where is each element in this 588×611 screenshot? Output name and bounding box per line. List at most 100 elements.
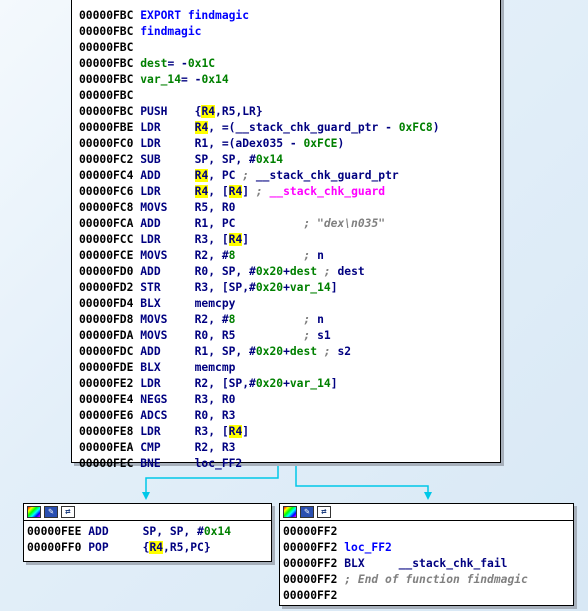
number: 0x20 [255,345,284,358]
instruction-text [235,249,303,262]
symbol[interactable]: __stack_chk_guard [269,185,385,198]
asm-line[interactable]: 00000FBC var_14= -0x14 [79,72,500,88]
number: 0x20 [255,281,284,294]
asm-line[interactable]: 00000FC8 MOVS R5, R0 [79,200,500,216]
label-text[interactable]: findmagic [140,25,201,38]
asm-line[interactable]: 00000FDC ADD R1, SP, #0x20+dest ; s2 [79,344,500,360]
asm-line[interactable]: 00000FD2 STR R3, [SP,#0x20+var_14] [79,280,500,296]
asm-line[interactable]: 00000FC6 LDR R4, [R4] ; __stack_chk_guar… [79,184,500,200]
asm-line[interactable]: 00000FE2 LDR R2, [SP,#0x20+var_14] [79,376,500,392]
instruction-text: PUSH { [140,105,202,118]
asm-line[interactable]: 00000FDE BLX memcmp [79,360,500,376]
comment: ; [303,329,318,342]
instruction-text: LDR [140,185,195,198]
instruction-text: LDR R3, [ [140,425,229,438]
instruction-text: MOVS R2, # [140,313,229,326]
asm-line[interactable]: 00000FEE ADD SP, SP, #0x14 [27,524,271,540]
instruction-text: ADD SP, SP, # [88,525,204,538]
address: 00000FBE [79,121,141,134]
number: 0x1C [187,57,216,70]
instruction-text: = - [181,73,202,86]
number: 0xFC8 [398,121,433,134]
address: 00000FC0 [79,137,141,150]
instruction-text: + [283,377,290,390]
graph-icon[interactable]: ⇄ [317,506,331,518]
edit-icon[interactable]: ✎ [44,506,58,518]
address: 00000FBC [79,73,141,86]
asm-line[interactable]: 00000FC0 LDR R1, =(aDex035 - 0xFCE) [79,136,500,152]
asm-line[interactable]: 00000FEA CMP R2, R3 [79,440,500,456]
comment: ; [303,249,318,262]
asm-line[interactable]: 00000FD0 ADD R0, SP, #0x20+dest ; dest [79,264,500,280]
graph-node-loc-ff2[interactable]: ✎ ⇄ 00000FF2 00000FF2 loc_FF2 00000FF2 BLX… [279,503,574,606]
asm-line[interactable]: 00000FE4 NEGS R3, R0 [79,392,500,408]
asm-line[interactable]: 00000FBE LDR R4, =(__stack_chk_guard_ptr… [79,120,500,136]
number: 0x20 [255,377,284,390]
variable: var_14 [140,73,182,86]
asm-line[interactable]: 00000FC4 ADD R4, PC ; __stack_chk_guard_… [79,168,500,184]
asm-line[interactable]: 00000FD8 MOVS R2, #8 ; n [79,312,500,328]
node-toolbar: ✎ ⇄ [24,504,271,521]
register-highlight: R4 [149,541,164,554]
address: 00000FBC [79,41,134,54]
asm-line[interactable]: 00000FF2 [283,588,573,604]
instruction-text: BLX memcmp [140,361,236,374]
asm-line[interactable]: 00000FCC LDR R3, [R4] [79,232,500,248]
label-text[interactable]: loc_FF2 [344,541,392,554]
address: 00000FD8 [79,313,141,326]
instruction-text: ADD R0, SP, # [140,265,256,278]
label-text[interactable]: EXPORT findmagic [140,9,249,22]
edit-icon[interactable]: ✎ [300,506,314,518]
asm-line[interactable]: 00000FBC findmagic [79,24,500,40]
instruction-text: , [ [208,185,229,198]
asm-line[interactable]: 00000FF2 loc_FF2 [283,540,573,556]
node-toolbar: ✎ ⇄ [280,504,573,521]
graph-node-epilogue[interactable]: ✎ ⇄ 00000FEE ADD SP, SP, #0x14 00000FF0 P… [23,503,272,562]
asm-line[interactable]: 00000FE6 ADCS R0, R3 [79,408,500,424]
asm-line[interactable]: 00000FD4 BLX memcpy [79,296,500,312]
address: 00000FC2 [79,153,141,166]
instruction-text: CMP R2, R3 [140,441,236,454]
number: 0x14 [255,153,284,166]
instruction-text: ] [242,425,250,438]
instruction-text: ADD R1, SP, # [140,345,256,358]
disassembly-lines: 00000FBC EXPORT findmagic 00000FBC findma… [76,5,500,472]
graph-icon[interactable]: ⇄ [61,506,75,518]
color-palette-icon[interactable] [283,506,297,518]
address: 00000FDE [79,361,141,374]
asm-line[interactable]: 00000FCA ADD R1, PC ; "dex\n035" [79,216,500,232]
instruction-text: NEGS R3, R0 [140,393,236,406]
asm-line[interactable]: 00000FBC [79,40,500,56]
asm-line[interactable]: 00000FBC EXPORT findmagic [79,8,500,24]
color-palette-icon[interactable] [27,506,41,518]
address: 00000FE4 [79,393,141,406]
address: 00000FEC [79,457,141,470]
asm-line[interactable]: 00000FF2 [283,524,573,540]
register-highlight: R4 [194,169,209,182]
address: 00000FCC [79,233,141,246]
address: 00000FF2 [283,557,345,570]
asm-line[interactable]: 00000FBC PUSH {R4,R5,LR} [79,104,500,120]
asm-line[interactable]: 00000FC2 SUB SP, SP, #0x14 [79,152,500,168]
address: 00000FDC [79,345,141,358]
asm-line[interactable]: 00000FBC dest= -0x1C [79,56,500,72]
asm-line[interactable]: 00000FBC [79,88,500,104]
asm-line[interactable]: 00000FCE MOVS R2, #8 ; n [79,248,500,264]
asm-line[interactable]: 00000FF2 BLX __stack_chk_fail [283,556,573,572]
address: 00000FE8 [79,425,141,438]
register-highlight: R4 [194,121,209,134]
disassembly-lines: 00000FF2 00000FF2 loc_FF2 00000FF2 BLX __s… [280,521,573,604]
address: 00000FF2 [283,541,345,554]
asm-line[interactable]: 00000FEC BNE loc_FF2 [79,456,500,472]
asm-line[interactable]: 00000FF2 ; End of function findmagic [283,572,573,588]
asm-line[interactable]: 00000FE8 LDR R3, [R4] [79,424,500,440]
asm-line[interactable]: 00000FF0 POP {R4,R5,PC} [27,540,271,556]
graph-node-findmagic[interactable]: 00000FBC EXPORT findmagic 00000FBC findma… [71,0,501,470]
instruction-text: ,R5,LR} [215,105,263,118]
instruction-text: ) [337,137,345,150]
instruction-text: ADCS R0, R3 [140,409,236,422]
comment: ; [255,185,270,198]
instruction-text: LDR [140,121,195,134]
instruction-text: + [283,345,290,358]
asm-line[interactable]: 00000FDA MOVS R0, R5 ; s1 [79,328,500,344]
